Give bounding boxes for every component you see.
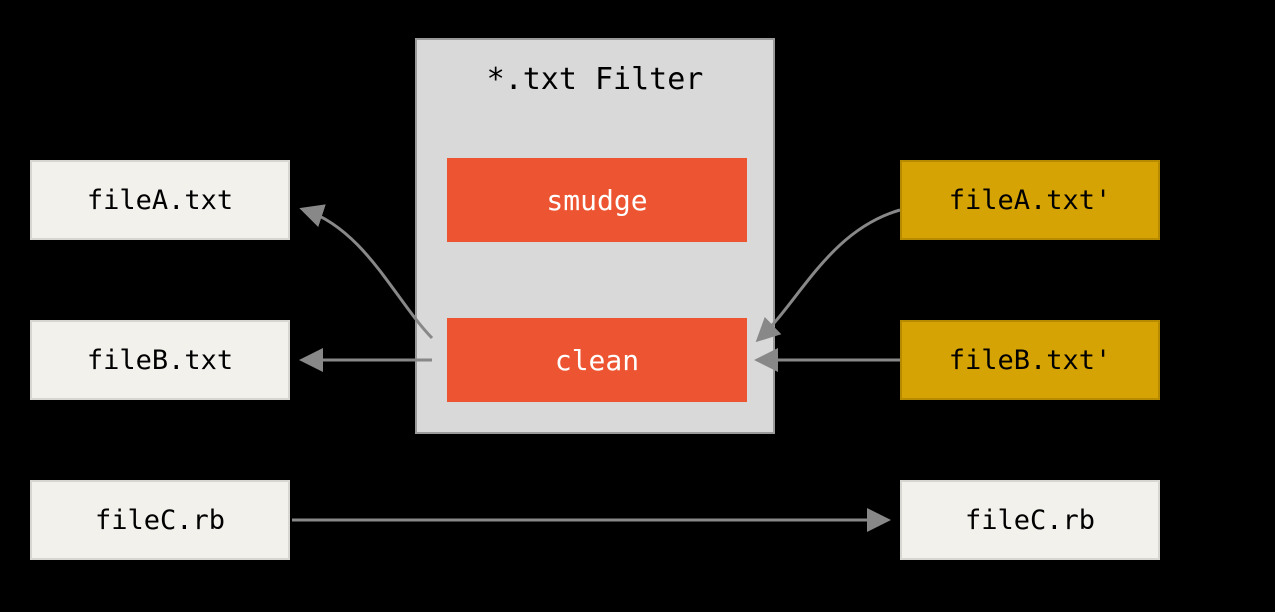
working-file-b: fileB.txt' [900, 320, 1160, 400]
staging-file-b: fileB.txt [30, 320, 290, 400]
filter-panel: *.txt Filter smudge clean [415, 38, 775, 434]
working-file-c: fileC.rb [900, 480, 1160, 560]
working-file-a: fileA.txt' [900, 160, 1160, 240]
arrow-working-a-to-clean [760, 210, 900, 338]
arrow-clean-to-staging-a [305, 210, 432, 338]
staging-area-heading: Staging Area [30, 58, 247, 93]
staging-file-a: fileA.txt [30, 160, 290, 240]
working-directory-heading: Working Directory [900, 58, 1207, 93]
clean-filter-box: clean [447, 318, 747, 402]
staging-file-c: fileC.rb [30, 480, 290, 560]
filter-panel-title: *.txt Filter [417, 62, 773, 97]
smudge-filter-box: smudge [447, 158, 747, 242]
